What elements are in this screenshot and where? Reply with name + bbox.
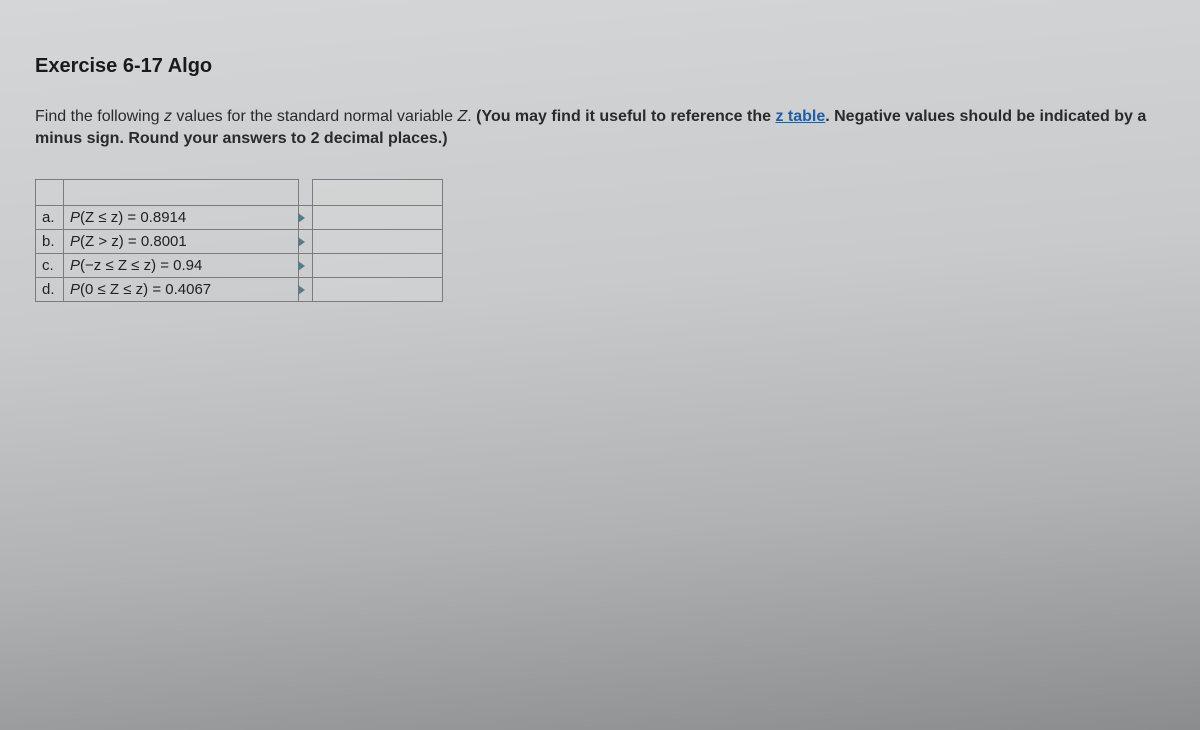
answer-input[interactable] <box>313 278 443 302</box>
answer-table: a. P(Z ≤ z) = 0.8914 b. P(Z > z) = 0.800… <box>35 179 443 302</box>
expr-value: = 0.8914 <box>123 209 186 226</box>
answer-input[interactable] <box>313 230 443 254</box>
row-expression: P(Z ≤ z) = 0.8914 <box>64 206 299 230</box>
indicator-icon <box>298 237 305 247</box>
prompt-bold-a: (You may find it useful to reference the <box>476 108 775 125</box>
expr-inner: (−z ≤ Z ≤ z) <box>80 257 156 274</box>
prompt-mid: values for the standard normal variable <box>172 108 457 125</box>
answer-input[interactable] <box>313 254 443 278</box>
expr-inner: (Z > z) <box>80 233 124 250</box>
exercise-prompt: Find the following z values for the stan… <box>35 106 1155 149</box>
indicator-icon <box>298 213 305 223</box>
z-table-link[interactable]: z table <box>775 108 825 125</box>
expr-inner: (0 ≤ Z ≤ z) <box>80 281 148 298</box>
table-row: a. P(Z ≤ z) = 0.8914 <box>36 206 443 230</box>
expr-p: P <box>70 281 80 298</box>
row-expression: P(0 ≤ Z ≤ z) = 0.4067 <box>64 278 299 302</box>
prompt-big-z: Z <box>457 108 467 125</box>
expr-p: P <box>70 233 80 250</box>
answer-input[interactable] <box>313 206 443 230</box>
expr-value: = 0.94 <box>156 257 202 274</box>
expr-value: = 0.8001 <box>124 233 187 250</box>
prompt-z-var: z <box>164 108 172 125</box>
expr-p: P <box>70 257 80 274</box>
table-row: d. P(0 ≤ Z ≤ z) = 0.4067 <box>36 278 443 302</box>
row-expression: P(−z ≤ Z ≤ z) = 0.94 <box>64 254 299 278</box>
prompt-lead: Find the following <box>35 108 164 125</box>
row-label: a. <box>36 206 64 230</box>
exercise-title: Exercise 6-17 Algo <box>35 55 1165 78</box>
row-label: c. <box>36 254 64 278</box>
table-row: b. P(Z > z) = 0.8001 <box>36 230 443 254</box>
indicator-icon <box>298 261 305 271</box>
row-expression: P(Z > z) = 0.8001 <box>64 230 299 254</box>
expr-p: P <box>70 209 80 226</box>
expr-inner: (Z ≤ z) <box>80 209 123 226</box>
row-label: b. <box>36 230 64 254</box>
table-header-row <box>36 180 443 206</box>
table-row: c. P(−z ≤ Z ≤ z) = 0.94 <box>36 254 443 278</box>
indicator-icon <box>298 285 305 295</box>
prompt-period: . <box>467 108 476 125</box>
expr-value: = 0.4067 <box>148 281 211 298</box>
row-label: d. <box>36 278 64 302</box>
